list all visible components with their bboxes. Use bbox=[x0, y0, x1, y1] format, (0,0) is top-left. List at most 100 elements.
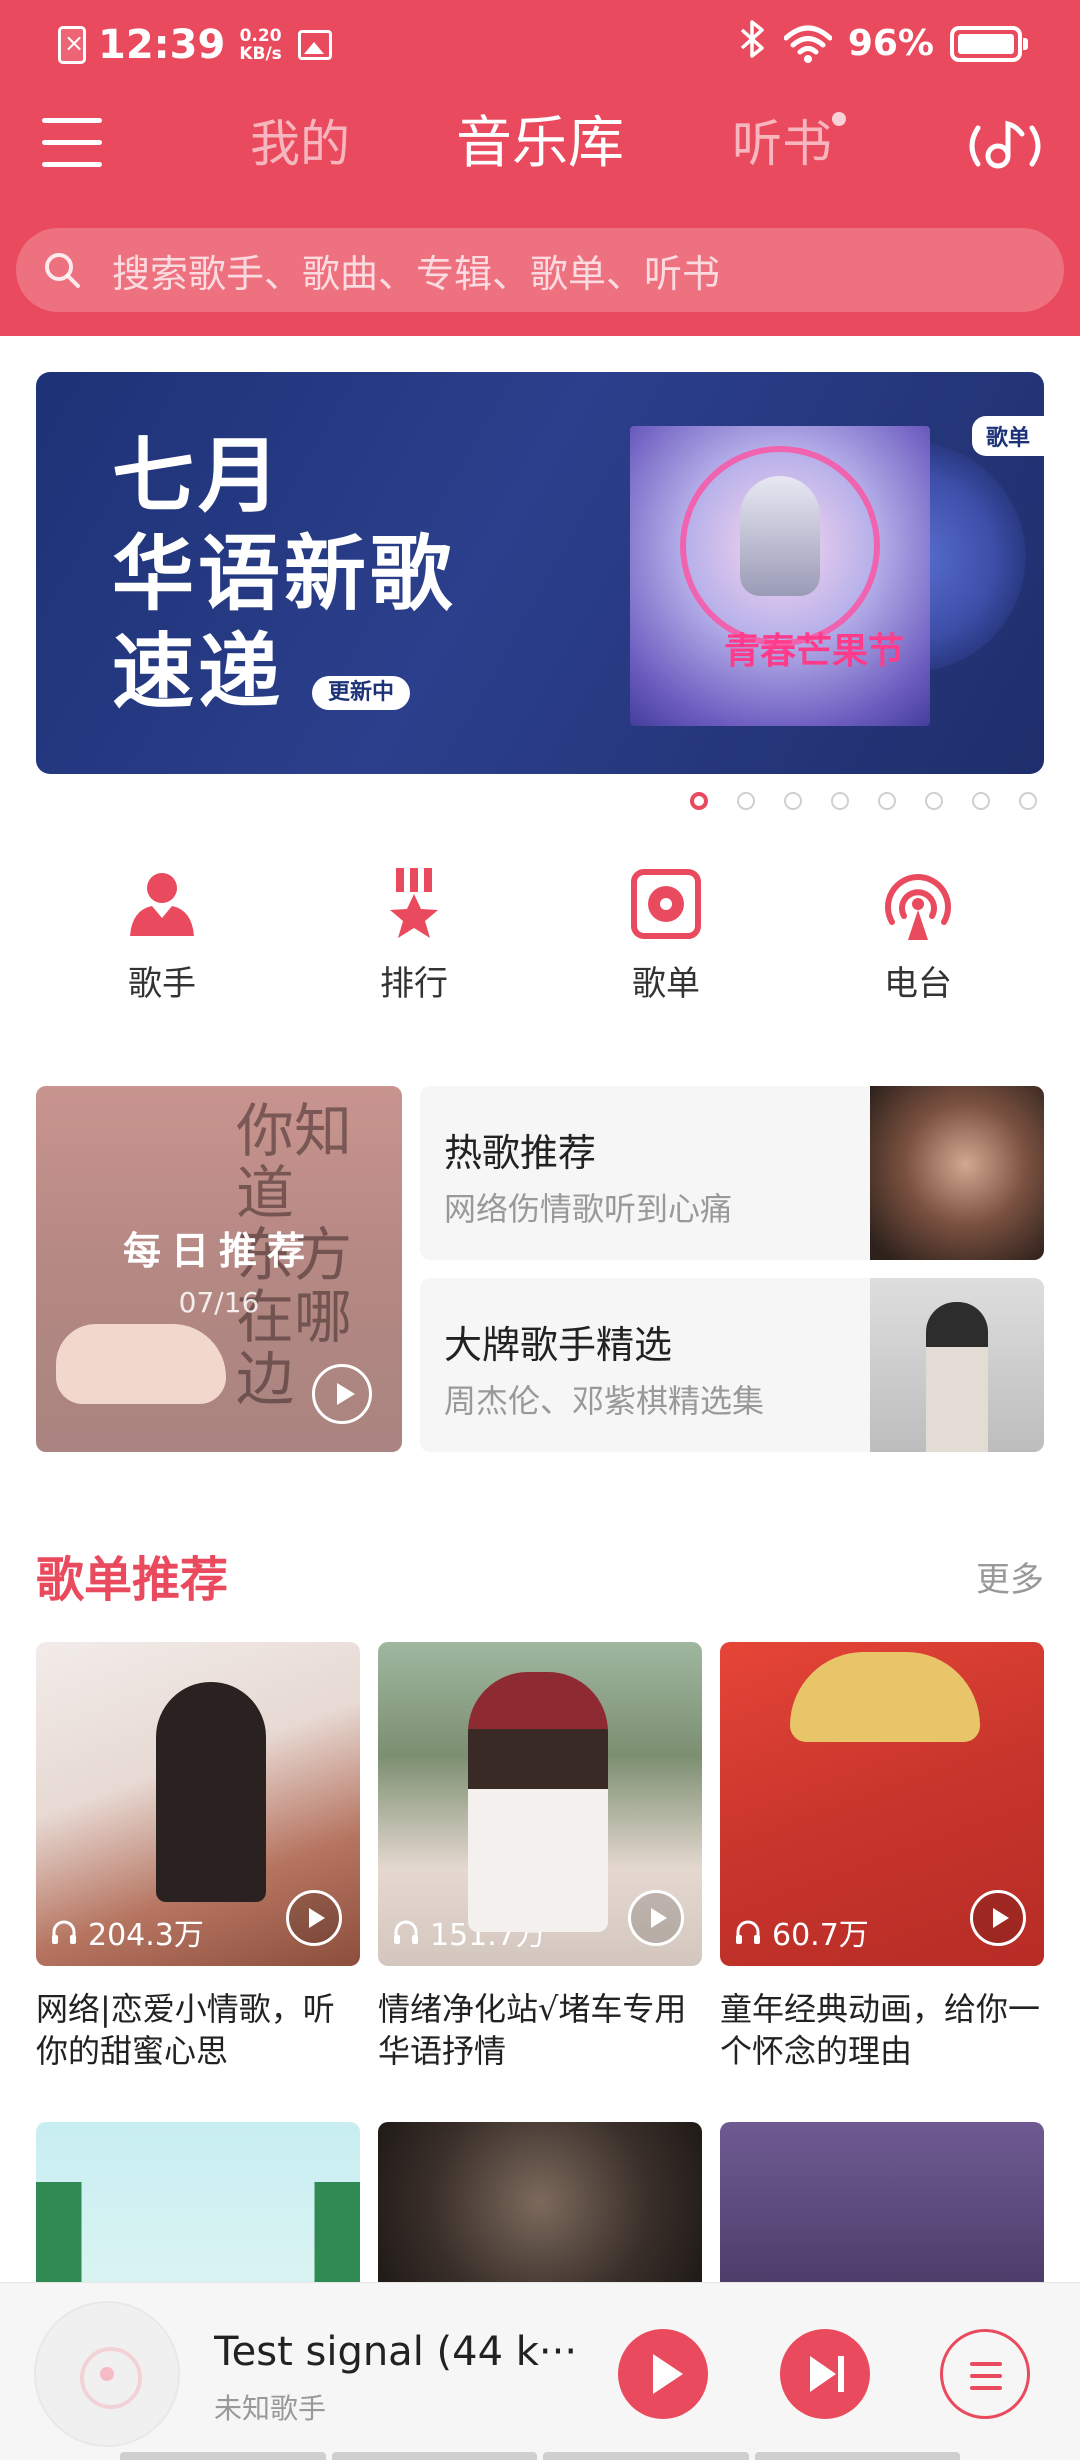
search-bar[interactable]: 搜索歌手、歌曲、专辑、歌单、听书 bbox=[16, 228, 1064, 312]
pagination-dot[interactable] bbox=[831, 792, 849, 810]
quick-entry-label: 歌手 bbox=[128, 964, 196, 1004]
now-playing-title: Test signal (44 k··· bbox=[214, 2329, 574, 2375]
network-speed: 0.20 KB/s bbox=[239, 27, 281, 63]
tab-audiobook[interactable]: 听书 bbox=[732, 112, 832, 176]
playlist-card[interactable]: 151.7万 情绪净化站√堵车专用华语抒情 bbox=[378, 1642, 702, 2072]
top-artists-card[interactable]: 大牌歌手精选 周杰伦、邓紫棋精选集 bbox=[420, 1278, 1044, 1452]
pagination-dot[interactable] bbox=[972, 792, 990, 810]
play-count-value: 204.3万 bbox=[88, 1918, 204, 1953]
banner-pagination bbox=[690, 792, 1066, 810]
playlist-name: 网络|恋爱小情歌，听你的甜蜜心思 bbox=[36, 1990, 335, 2070]
quick-entry-radio[interactable]: 电台 bbox=[818, 864, 1018, 1005]
pagination-dot[interactable] bbox=[878, 792, 896, 810]
quick-entry-label: 歌单 bbox=[632, 964, 700, 1004]
play-queue-button[interactable] bbox=[940, 2329, 1030, 2419]
next-track-button[interactable] bbox=[780, 2329, 870, 2419]
daily-recommend-date: 07/16 bbox=[178, 1286, 260, 1319]
pagination-dot[interactable] bbox=[737, 792, 755, 810]
rec-card-cover bbox=[870, 1278, 1044, 1452]
battery-icon bbox=[950, 25, 1028, 62]
more-link[interactable]: 更多 bbox=[976, 1552, 1044, 1601]
no-sim-icon bbox=[58, 26, 86, 64]
now-playing-artist: 未知歌手 bbox=[214, 2392, 327, 2425]
pagination-dot[interactable] bbox=[784, 792, 802, 810]
quick-entry-singer[interactable]: 歌手 bbox=[62, 864, 262, 1005]
quick-entry-ranking[interactable]: 排行 bbox=[314, 864, 514, 1005]
pagination-dot[interactable] bbox=[925, 792, 943, 810]
playlist-cover-partial[interactable] bbox=[720, 2122, 1044, 2282]
banner-title-line2: 华语新歌 bbox=[112, 527, 457, 622]
network-speed-value: 0.20 bbox=[239, 26, 282, 46]
rec-card-subtitle: 周杰伦、邓紫棋精选集 bbox=[444, 1382, 765, 1420]
pagination-dot[interactable] bbox=[1019, 792, 1037, 810]
rec-card-title: 大牌歌手精选 bbox=[444, 1323, 673, 1367]
quick-entry-label: 电台 bbox=[884, 964, 952, 1004]
playlist-name: 情绪净化站√堵车专用华语抒情 bbox=[378, 1990, 687, 2070]
daily-recommend-title: 每日推荐 bbox=[122, 1229, 315, 1273]
playlist-card[interactable]: 204.3万 网络|恋爱小情歌，听你的甜蜜心思 bbox=[36, 1642, 360, 2072]
top-navigation: 我的 音乐库 听书 bbox=[0, 96, 1080, 196]
status-time: 12:39 bbox=[98, 22, 226, 68]
rec-card-subtitle: 网络伤情歌听到心痛 bbox=[444, 1190, 733, 1228]
banner-album-art: 青春芒果节 bbox=[630, 426, 930, 726]
play-count-value: 151.7万 bbox=[430, 1918, 546, 1953]
battery-percent: 96% bbox=[847, 23, 934, 64]
home-indicator bbox=[120, 2452, 960, 2460]
radio-icon bbox=[885, 874, 951, 940]
playlist-name: 童年经典动画，给你一个怀念的理由 bbox=[720, 1990, 1041, 2070]
rec-card-title: 热歌推荐 bbox=[444, 1131, 597, 1175]
banner-title-line3: 速递 bbox=[112, 625, 285, 720]
promo-banner[interactable]: 青春芒果节 七月 华语新歌 速递 更新中 歌单 bbox=[36, 372, 1044, 774]
hot-songs-card[interactable]: 热歌推荐 网络伤情歌听到心痛 bbox=[420, 1086, 1044, 1260]
bluetooth-icon bbox=[740, 20, 766, 67]
banner-updating-badge: 更新中 bbox=[312, 676, 411, 710]
banner-title-line1: 七月 bbox=[112, 429, 285, 524]
playlist-cover: 204.3万 bbox=[36, 1642, 360, 1966]
network-speed-unit: KB/s bbox=[239, 44, 282, 64]
playlist-cover-partial[interactable] bbox=[36, 2122, 360, 2282]
app-header: 12:39 0.20 KB/s 96% 我的 音乐库 听书 bbox=[0, 0, 1080, 336]
playlist-cover: 60.7万 bbox=[720, 1642, 1044, 1966]
play-icon[interactable] bbox=[286, 1890, 342, 1946]
playlist-cover-partial[interactable] bbox=[378, 2122, 702, 2282]
banner-playlist-tag: 歌单 bbox=[971, 416, 1044, 456]
playlist-card[interactable]: 60.7万 童年经典动画，给你一个怀念的理由 bbox=[720, 1642, 1044, 2072]
calligraphy-line: 你知道 bbox=[236, 1097, 353, 1227]
singer-icon bbox=[130, 873, 194, 936]
headphone-icon bbox=[394, 1920, 418, 1944]
daily-recommend-card[interactable]: 你知道 东方 在哪边 每日推荐 07/16 bbox=[36, 1086, 402, 1452]
pagination-dot[interactable] bbox=[690, 792, 708, 810]
gallery-notification-icon bbox=[297, 30, 332, 60]
banner-art-text: 青春芒果节 bbox=[724, 631, 905, 672]
tab-music-library[interactable]: 音乐库 bbox=[456, 112, 624, 176]
playlist-cover: 151.7万 bbox=[378, 1642, 702, 1966]
play-count-value: 60.7万 bbox=[772, 1918, 869, 1953]
quick-entry-playlist[interactable]: 歌单 bbox=[566, 864, 766, 1005]
playlist-icon bbox=[631, 869, 701, 939]
music-recognition-icon[interactable] bbox=[964, 114, 1046, 178]
quick-entry-label: 排行 bbox=[380, 964, 448, 1004]
play-icon[interactable] bbox=[628, 1890, 684, 1946]
headphone-icon bbox=[52, 1920, 76, 1944]
tab-mine[interactable]: 我的 bbox=[250, 112, 350, 176]
headphone-icon bbox=[736, 1920, 760, 1944]
play-button[interactable] bbox=[618, 2329, 708, 2419]
wifi-icon bbox=[783, 25, 832, 63]
section-title-playlists: 歌单推荐 bbox=[36, 1552, 229, 1608]
daily-play-icon[interactable] bbox=[312, 1364, 372, 1424]
search-icon bbox=[45, 253, 80, 288]
search-placeholder: 搜索歌手、歌曲、专辑、歌单、听书 bbox=[112, 251, 721, 296]
album-disc-icon[interactable] bbox=[34, 2301, 180, 2447]
play-count: 204.3万 bbox=[50, 1910, 204, 1954]
play-count: 60.7万 bbox=[734, 1910, 869, 1954]
play-count: 151.7万 bbox=[392, 1910, 546, 1954]
play-icon[interactable] bbox=[970, 1890, 1026, 1946]
daily-cover-pig bbox=[56, 1324, 226, 1404]
menu-icon[interactable] bbox=[42, 118, 102, 168]
banner-title: 七月 华语新歌 速递 bbox=[112, 428, 456, 722]
ranking-icon bbox=[390, 868, 438, 938]
rec-card-cover bbox=[870, 1086, 1044, 1260]
audiobook-new-dot bbox=[832, 112, 846, 126]
mini-player[interactable]: Test signal (44 k··· 未知歌手 bbox=[0, 2282, 1080, 2460]
status-bar: 12:39 0.20 KB/s 96% bbox=[0, 0, 1080, 86]
